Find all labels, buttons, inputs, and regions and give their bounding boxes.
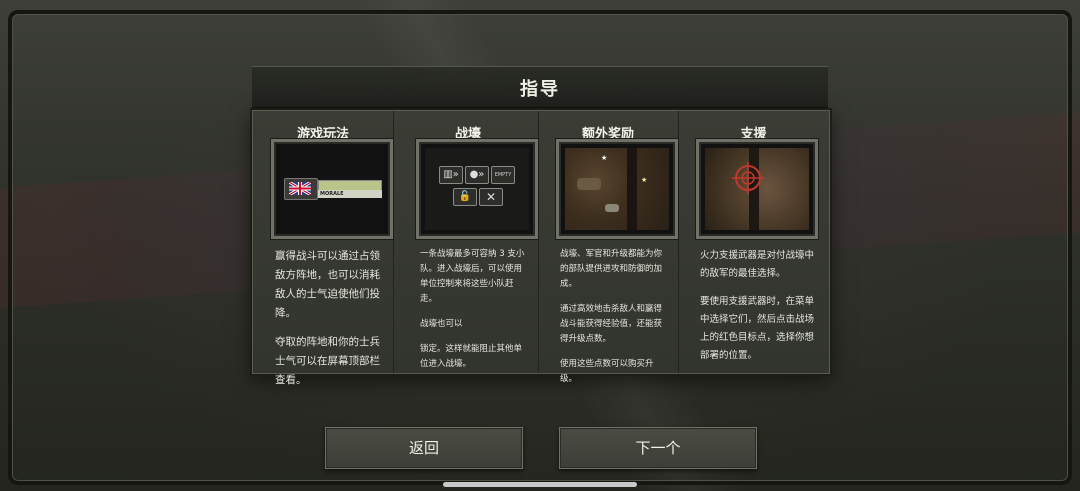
trench-line [627,148,637,230]
gameplay-thumbnail: MORALE [271,139,393,239]
description-paragraph: 夺取的阵地和你的士兵士气可以在屏幕顶部栏查看。 [275,336,380,386]
lock-icon: 🔓 [453,188,477,206]
guide-panel: 游戏玩法 MORALE 赢得战斗可以通过占领敌方阵地，也可以消耗敌人的士气迫使他… [252,110,830,386]
grenade-icon: ●» [469,169,485,180]
home-indicator[interactable] [443,482,637,487]
soldier-sprite [577,178,601,190]
uk-flag-icon [284,178,318,200]
column-description: 火力支援武器是对付战壕中的敌军的最佳选择。 要使用支援武器时，在菜单中选择它们，… [700,247,821,375]
page-title: 指导 [520,79,560,100]
description-paragraph: 要使用支援武器时，在菜单中选择它们，然后点击战场上的红色目标点，选择你想部署的位… [700,296,815,361]
rifle-icon: ▥» [443,169,459,180]
star-icon: ★ [601,154,608,162]
column-gameplay: 游戏玩法 MORALE 赢得战斗可以通过占领敌方阵地，也可以消耗敌人的士气迫使他… [253,111,394,386]
description-paragraph: 火力支援武器是对付战壕中的敌军的最佳选择。 [700,250,815,279]
back-button[interactable]: 返回 [325,427,523,469]
star-icon: ★ [641,176,648,184]
target-marker-icon [732,162,764,194]
support-thumbnail [696,139,818,239]
bonuses-thumbnail: ★ ★ [556,139,678,239]
description-paragraph: 战壕也可以 [420,319,463,329]
next-button[interactable]: 下一个 [559,427,757,469]
squad-slot-2: ●» [465,166,489,184]
close-icon: ✕ [479,188,503,206]
battlefield-scene [705,148,809,230]
description-paragraph: 战壕、军官和升级都能为你的部队提供进攻和防御的加成。 [560,249,663,289]
thumbnail-content: MORALE [280,148,384,230]
squad-slot-1: ▥» [439,166,463,184]
column-bonuses: 额外奖励 ★ ★ 战壕、军官和升级都能为你的部队提供进攻和防御的加成。 通过高效… [538,111,679,384]
morale-label: MORALE [318,190,382,198]
column-description: 一条战壕最多可容纳 3 支小队。进入战壕后，可以使用单位控制来将这些小队赶走。 … [420,247,530,382]
trenches-thumbnail: ▥» ●» EMPTY 🔓 ✕ [416,139,538,239]
column-support: 支援 火力支援武器是对付战壕中的敌军的最佳选择。 要使用支援武器时，在菜单中选择… [678,111,829,373]
soldier-sprite [605,204,619,212]
column-description: 赢得战斗可以通过占领敌方阵地，也可以消耗敌人的士气迫使他们投降。 夺取的阵地和你… [275,247,385,400]
squad-slot-empty: EMPTY [491,166,515,184]
description-paragraph: 赢得战斗可以通过占领敌方阵地，也可以消耗敌人的士气迫使他们投降。 [275,250,380,319]
thumbnail-content: ▥» ●» EMPTY 🔓 ✕ [425,148,529,230]
column-description: 战壕、军官和升级都能为你的部队提供进攻和防御的加成。 通过高效地击杀敌人和赢得战… [560,247,670,397]
column-trenches: 战壕 ▥» ●» EMPTY 🔓 ✕ 一条战壕最多可容纳 3 支小队。进入战壕后… [398,111,539,373]
morale-bar-widget: MORALE [284,178,384,200]
description-paragraph: 通过高效地击杀敌人和赢得战斗能获得经验值，还能获得升级点数。 [560,304,663,344]
description-paragraph: 锁定。这样就能阻止其他单位进入战壕。 [420,344,523,369]
description-paragraph: 使用这些点数可以购买升级。 [560,359,654,384]
battlefield-scene: ★ ★ [565,148,669,230]
description-paragraph: 一条战壕最多可容纳 3 支小队。进入战壕后，可以使用单位控制来将这些小队赶走。 [420,249,525,304]
